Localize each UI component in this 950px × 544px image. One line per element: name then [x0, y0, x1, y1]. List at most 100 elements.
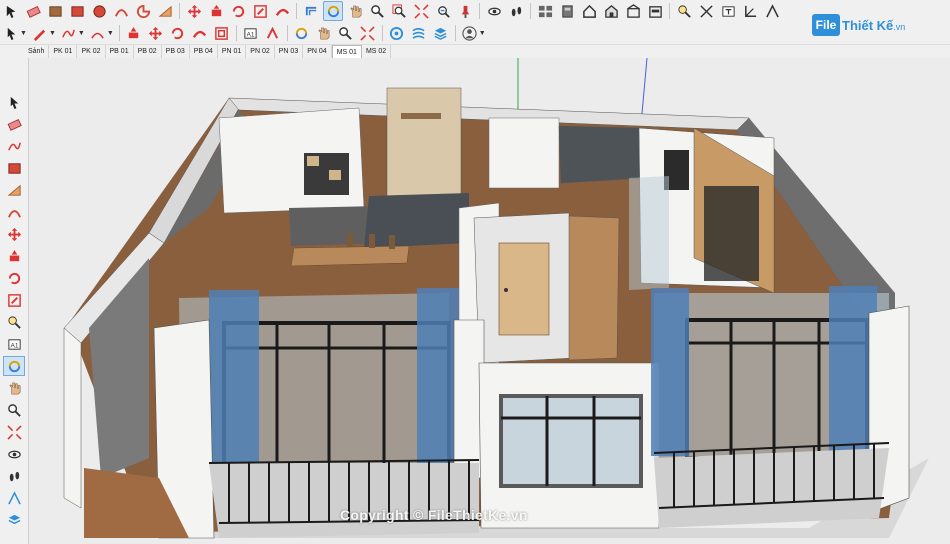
arc-2pt-icon[interactable] — [88, 23, 108, 43]
look-around-icon[interactable] — [3, 466, 25, 486]
zoom-extents-icon[interactable] — [411, 1, 431, 21]
model-viewport[interactable] — [29, 58, 950, 544]
section-plane-icon[interactable] — [762, 1, 782, 21]
scene-tab[interactable]: PN 01 — [218, 45, 247, 58]
scene-tab[interactable]: PB 03 — [162, 45, 190, 58]
scene-tab[interactable]: Sảnh — [24, 45, 50, 58]
pan-2-icon[interactable] — [314, 23, 334, 43]
zoom-window-icon[interactable] — [389, 1, 409, 21]
tape-measure-icon[interactable] — [3, 312, 25, 332]
pan-icon[interactable] — [3, 378, 25, 398]
orbit-2-icon[interactable] — [292, 23, 312, 43]
warehouse-icon[interactable] — [387, 23, 407, 43]
pan-icon[interactable] — [345, 1, 365, 21]
chevron-down-icon[interactable]: ▼ — [49, 30, 56, 37]
section-plane-icon[interactable] — [3, 488, 25, 508]
walk-icon[interactable] — [3, 444, 25, 464]
pushpull-icon[interactable] — [124, 23, 144, 43]
right-view-icon[interactable] — [645, 1, 665, 21]
text-icon[interactable]: A1 — [3, 334, 25, 354]
look-around-icon[interactable] — [506, 1, 526, 21]
push-pull-icon[interactable] — [3, 246, 25, 266]
select-icon[interactable] — [1, 1, 21, 21]
toolbar-separator — [286, 25, 288, 41]
scene-tab[interactable]: PB 02 — [134, 45, 162, 58]
materials-icon[interactable] — [557, 1, 577, 21]
pie-icon[interactable] — [133, 1, 153, 21]
chevron-down-icon[interactable]: ▼ — [78, 30, 85, 37]
chevron-down-icon[interactable]: ▼ — [20, 30, 27, 37]
offset-2-icon[interactable] — [212, 23, 232, 43]
scene-tab[interactable]: PK 02 — [77, 45, 106, 58]
scene-tab[interactable]: PB 04 — [190, 45, 218, 58]
freehand-icon[interactable] — [59, 23, 79, 43]
scene-tab[interactable]: PN 03 — [275, 45, 304, 58]
rectangle-icon[interactable] — [67, 1, 87, 21]
select-arrow-icon[interactable] — [1, 23, 21, 43]
arc-icon[interactable] — [3, 202, 25, 222]
freehand-icon[interactable] — [3, 136, 25, 156]
push-pull-icon[interactable] — [206, 1, 226, 21]
front-view-icon[interactable] — [601, 1, 621, 21]
dimension-icon[interactable] — [696, 1, 716, 21]
rotate-2-icon[interactable] — [168, 23, 188, 43]
zoom-2-icon[interactable] — [336, 23, 356, 43]
scene-tab[interactable]: PN 02 — [246, 45, 275, 58]
eraser-icon[interactable] — [3, 114, 25, 134]
rotate-icon[interactable] — [228, 1, 248, 21]
scene-tab[interactable]: PN 04 — [303, 45, 332, 58]
zoom-icon[interactable] — [367, 1, 387, 21]
text-icon[interactable] — [718, 1, 738, 21]
small-bedroom-window — [499, 394, 643, 488]
scale-icon[interactable] — [3, 290, 25, 310]
move-icon[interactable] — [184, 1, 204, 21]
back-view-icon[interactable] — [623, 1, 643, 21]
zoom-extents-icon[interactable] — [3, 422, 25, 442]
eraser-icon[interactable] — [23, 1, 43, 21]
follow-icon[interactable] — [190, 23, 210, 43]
user-account-icon[interactable] — [460, 23, 480, 43]
brand-logo: File Thiết Kế .vn — [812, 14, 905, 36]
follow-me-icon[interactable] — [272, 1, 292, 21]
scene-tab-active[interactable]: MS 01 — [331, 45, 362, 58]
layers-icon[interactable] — [431, 23, 451, 43]
select-icon[interactable] — [3, 92, 25, 112]
rectangle-icon[interactable] — [3, 158, 25, 178]
tape-measure-icon[interactable] — [674, 1, 694, 21]
wardrobe — [568, 215, 620, 361]
position-camera-icon[interactable] — [455, 1, 475, 21]
home-view-icon[interactable] — [579, 1, 599, 21]
extension-icon[interactable] — [409, 23, 429, 43]
polygon-icon[interactable] — [155, 1, 175, 21]
move-arrows-icon[interactable] — [146, 23, 166, 43]
zoom-ext-2-icon[interactable] — [358, 23, 378, 43]
3d-text-icon[interactable] — [263, 23, 283, 43]
rotate-icon[interactable] — [3, 268, 25, 288]
scene-tab[interactable]: PK 01 — [49, 45, 78, 58]
chevron-down-icon[interactable]: ▼ — [479, 30, 486, 37]
circle-icon[interactable] — [89, 1, 109, 21]
tile-floor — [364, 193, 469, 248]
zoom-icon[interactable] — [3, 400, 25, 420]
text-label-icon[interactable]: A1 — [241, 23, 261, 43]
bathroom-wall — [558, 125, 645, 184]
axes-icon[interactable] — [740, 1, 760, 21]
chair — [369, 234, 375, 248]
back-room-table — [401, 113, 441, 119]
layers-icon[interactable] — [3, 510, 25, 530]
orbit-icon[interactable] — [3, 356, 25, 376]
paint-bucket-icon[interactable] — [45, 1, 65, 21]
walk-icon[interactable] — [484, 1, 504, 21]
polygon-icon[interactable] — [3, 180, 25, 200]
scale-icon[interactable] — [250, 1, 270, 21]
pencil-line-icon[interactable] — [30, 23, 50, 43]
scene-tab[interactable]: MS 02 — [362, 45, 392, 58]
chevron-down-icon[interactable]: ▼ — [107, 30, 114, 37]
orbit-icon[interactable] — [323, 1, 343, 21]
arc-icon[interactable] — [111, 1, 131, 21]
scene-tab[interactable]: PB 01 — [106, 45, 134, 58]
components-icon[interactable] — [535, 1, 555, 21]
move-icon[interactable] — [3, 224, 25, 244]
offset-icon[interactable] — [301, 1, 321, 21]
previous-view-icon[interactable] — [433, 1, 453, 21]
